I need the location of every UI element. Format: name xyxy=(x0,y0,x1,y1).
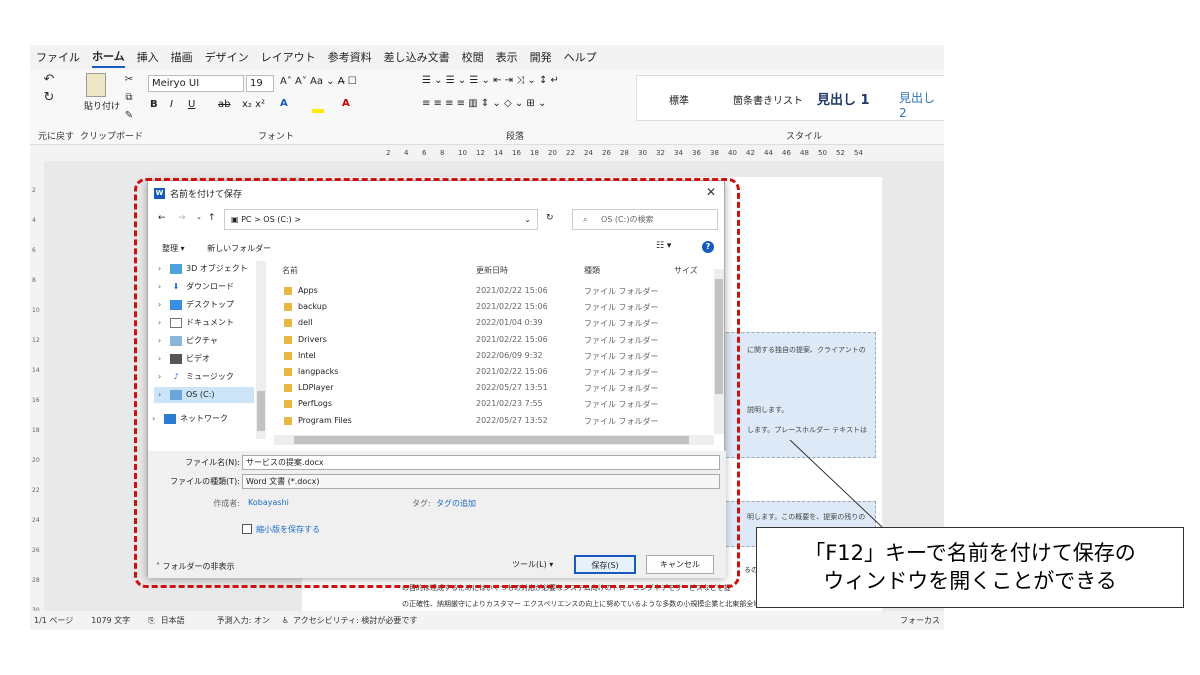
callout-line-1: 「F12」キーで名前を付けて保存の xyxy=(804,541,1136,565)
callout-box: 「F12」キーで名前を付けて保存の ウィンドウを開くことができる xyxy=(756,527,1184,608)
callout-line-2: ウィンドウを開くことができる xyxy=(823,569,1117,593)
